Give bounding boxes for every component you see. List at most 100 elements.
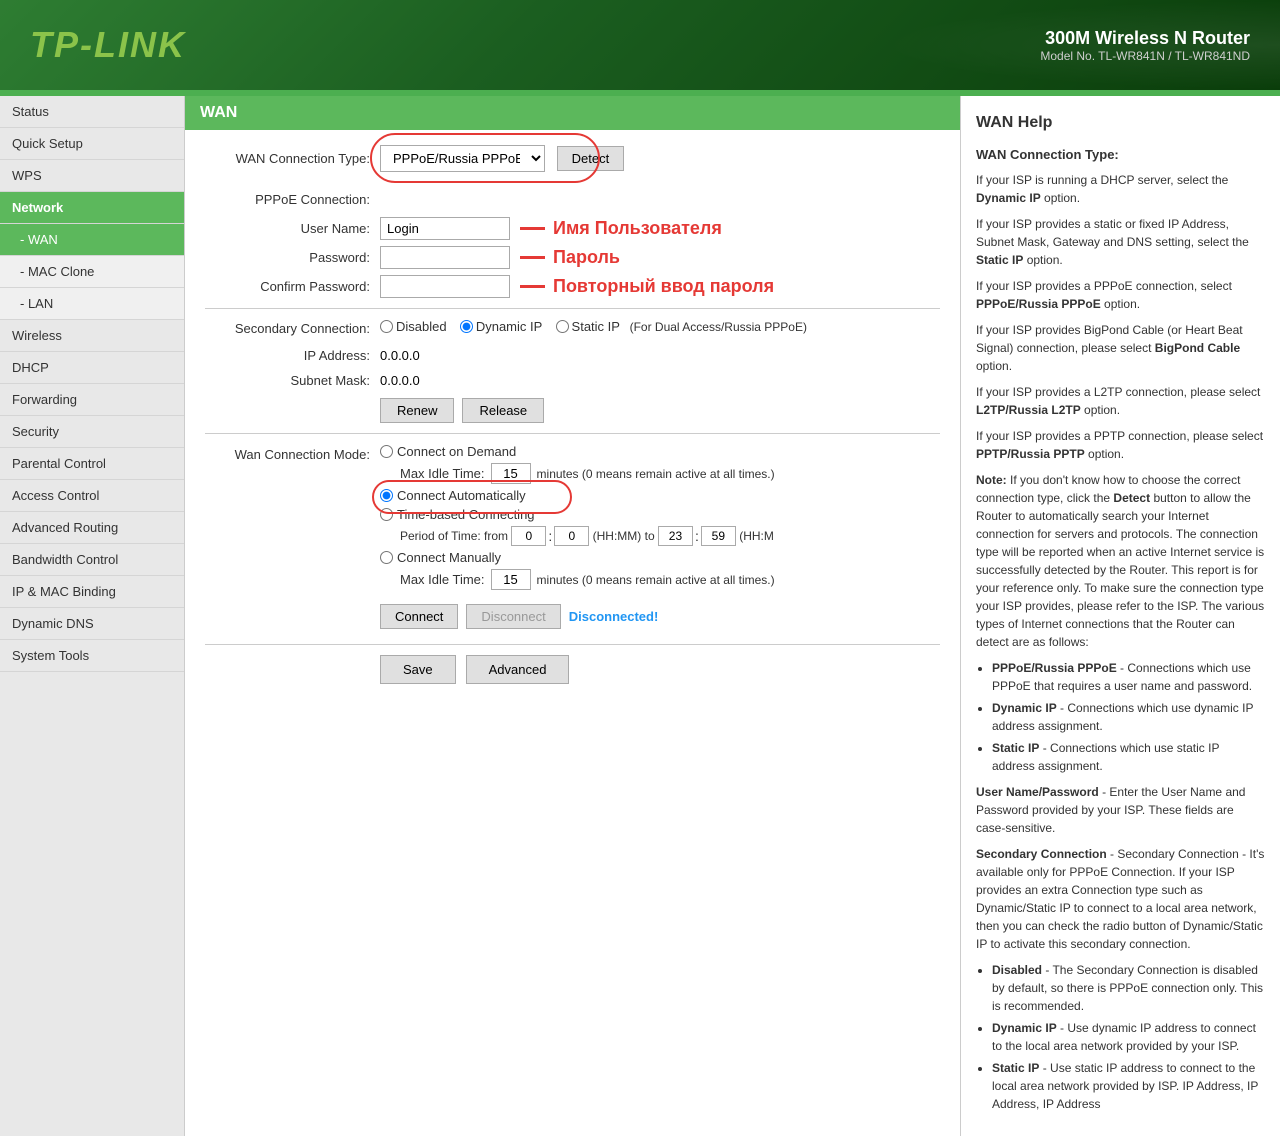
period-label: Period of Time: from [400, 529, 508, 543]
connect-automatically-row: Connect Automatically [380, 488, 775, 503]
divider1 [205, 308, 940, 309]
max-idle-label2: Max Idle Time: [400, 572, 485, 587]
time-based-row: Time-based Connecting [380, 507, 775, 522]
connect-disconnect-row: Connect Disconnect Disconnected! [380, 604, 940, 629]
disconnected-status: Disconnected! [569, 609, 659, 624]
idle-note2: minutes (0 means remain active at all ti… [537, 573, 775, 587]
secondary-dynamic-label: Dynamic IP [476, 319, 542, 334]
help-bullet4: Disabled - The Secondary Connection is d… [992, 961, 1265, 1015]
sidebar-item-network[interactable]: Network [0, 192, 184, 224]
renew-button[interactable]: Renew [380, 398, 454, 423]
time-to1-input[interactable] [658, 526, 693, 546]
sidebar-item-ip-mac-binding[interactable]: IP & MAC Binding [0, 576, 184, 608]
secondary-note: (For Dual Access/Russia PPPoE) [630, 320, 807, 334]
connect-automatically-radio[interactable] [380, 489, 393, 502]
help-secondary: Secondary Connection - Secondary Connect… [976, 845, 1265, 953]
idle-time-row1: Max Idle Time: minutes (0 means remain a… [400, 463, 775, 484]
sidebar-item-parental-control[interactable]: Parental Control [0, 448, 184, 480]
connect-manually-label: Connect Manually [397, 550, 501, 565]
time-sep1: : [548, 528, 552, 544]
help-bullet5: Dynamic IP - Use dynamic IP address to c… [992, 1019, 1265, 1055]
sidebar-item-system-tools[interactable]: System Tools [0, 640, 184, 672]
secondary-connection-row: Secondary Connection: Disabled Dynamic I… [205, 319, 940, 338]
renew-release-row: Renew Release [380, 398, 940, 423]
red-dash-icon2 [520, 256, 545, 259]
secondary-dynamic-radio[interactable] [460, 320, 473, 333]
connection-type-select[interactable]: PPPoE/Russia PPPoE Dynamic IP Static IP … [380, 145, 545, 172]
subnet-mask-label: Subnet Mask: [205, 373, 380, 388]
time-from1-input[interactable] [511, 526, 546, 546]
time-to2-input[interactable] [701, 526, 736, 546]
help-note: Note: If you don't know how to choose th… [976, 471, 1265, 651]
sidebar-item-bandwidth-control[interactable]: Bandwidth Control [0, 544, 184, 576]
sidebar-item-lan[interactable]: - LAN [0, 288, 184, 320]
content-area: WAN WAN Connection Type: PPPoE/Russia PP… [185, 96, 960, 1136]
idle-time-row2: Max Idle Time: minutes (0 means remain a… [400, 569, 775, 590]
header: TP-LINK 300M Wireless N Router Model No.… [0, 0, 1280, 90]
ip-address-row: IP Address: 0.0.0.0 [205, 348, 940, 363]
sidebar-item-mac-clone[interactable]: - MAC Clone [0, 256, 184, 288]
help-subtitle: WAN Connection Type: [976, 145, 1265, 165]
max-idle-label1: Max Idle Time: [400, 466, 485, 481]
connect-on-demand-radio[interactable] [380, 445, 393, 458]
username-label: User Name: [205, 221, 380, 236]
divider2 [205, 433, 940, 434]
help-bullet3: Static IP - Connections which use static… [992, 739, 1265, 775]
logo: TP-LINK [30, 24, 186, 66]
time-sep2: : [695, 528, 699, 544]
username-annotation-text: Имя Пользователя [553, 218, 722, 239]
help-p3: If your ISP provides a PPPoE connection,… [976, 277, 1265, 313]
auto-connect-wrapper: Connect Automatically [380, 488, 526, 503]
connect-button[interactable]: Connect [380, 604, 458, 629]
disconnect-button[interactable]: Disconnect [466, 604, 560, 629]
username-input[interactable] [380, 217, 510, 240]
sidebar-item-wps[interactable]: WPS [0, 160, 184, 192]
secondary-static-radio[interactable] [556, 320, 569, 333]
release-button[interactable]: Release [462, 398, 544, 423]
model-number: Model No. TL-WR841N / TL-WR841ND [1040, 49, 1250, 63]
sidebar-item-dhcp[interactable]: DHCP [0, 352, 184, 384]
confirm-password-label: Confirm Password: [205, 279, 380, 294]
secondary-disabled-radio[interactable] [380, 320, 393, 333]
help-p1: If your ISP is running a DHCP server, se… [976, 171, 1265, 207]
sidebar-item-access-control[interactable]: Access Control [0, 480, 184, 512]
pppoe-section-label: PPPoE Connection: [205, 192, 380, 207]
time-based-radio[interactable] [380, 508, 393, 521]
confirm-password-input[interactable] [380, 275, 510, 298]
help-bullet6: Static IP - Use static IP address to con… [992, 1059, 1265, 1113]
sidebar-item-advanced-routing[interactable]: Advanced Routing [0, 512, 184, 544]
time-from2-input[interactable] [554, 526, 589, 546]
save-button[interactable]: Save [380, 655, 456, 684]
connect-on-demand-row: Connect on Demand [380, 444, 775, 459]
subnet-mask-row: Subnet Mask: 0.0.0.0 [205, 373, 940, 388]
detect-button[interactable]: Detect [557, 146, 625, 171]
secondary-connection-label: Secondary Connection: [205, 321, 380, 336]
sidebar-item-status[interactable]: Status [0, 96, 184, 128]
sidebar-item-forwarding[interactable]: Forwarding [0, 384, 184, 416]
advanced-button[interactable]: Advanced [466, 655, 570, 684]
red-dash-icon [520, 227, 545, 230]
max-idle-input1[interactable] [491, 463, 531, 484]
max-idle-input2[interactable] [491, 569, 531, 590]
wan-mode-options: Connect on Demand Max Idle Time: minutes… [380, 444, 775, 594]
connection-type-row: WAN Connection Type: PPPoE/Russia PPPoE … [205, 145, 940, 172]
main-layout: Status Quick Setup WPS Network - WAN - M… [0, 96, 1280, 1136]
idle-note1: minutes (0 means remain active at all ti… [537, 467, 775, 481]
secondary-static-label: Static IP [572, 319, 620, 334]
help-bullet2: Dynamic IP - Connections which use dynam… [992, 699, 1265, 735]
sidebar-item-security[interactable]: Security [0, 416, 184, 448]
help-bullet-list2: Disabled - The Secondary Connection is d… [992, 961, 1265, 1113]
sidebar-item-wireless[interactable]: Wireless [0, 320, 184, 352]
sidebar-item-quick-setup[interactable]: Quick Setup [0, 128, 184, 160]
sidebar-item-dynamic-dns[interactable]: Dynamic DNS [0, 608, 184, 640]
password-input[interactable] [380, 246, 510, 269]
secondary-disabled-label: Disabled [396, 319, 447, 334]
sidebar-item-wan[interactable]: - WAN [0, 224, 184, 256]
wan-mode-row: Wan Connection Mode: Connect on Demand M… [205, 444, 940, 594]
confirm-password-annotation-text: Повторный ввод пароля [553, 276, 774, 297]
connection-type-label: WAN Connection Type: [205, 151, 380, 166]
connect-manually-radio[interactable] [380, 551, 393, 564]
confirm-password-row: Confirm Password: Повторный ввод пароля [205, 275, 940, 298]
time-to-note: (HH:M [739, 529, 774, 543]
connect-automatically-label: Connect Automatically [397, 488, 526, 503]
